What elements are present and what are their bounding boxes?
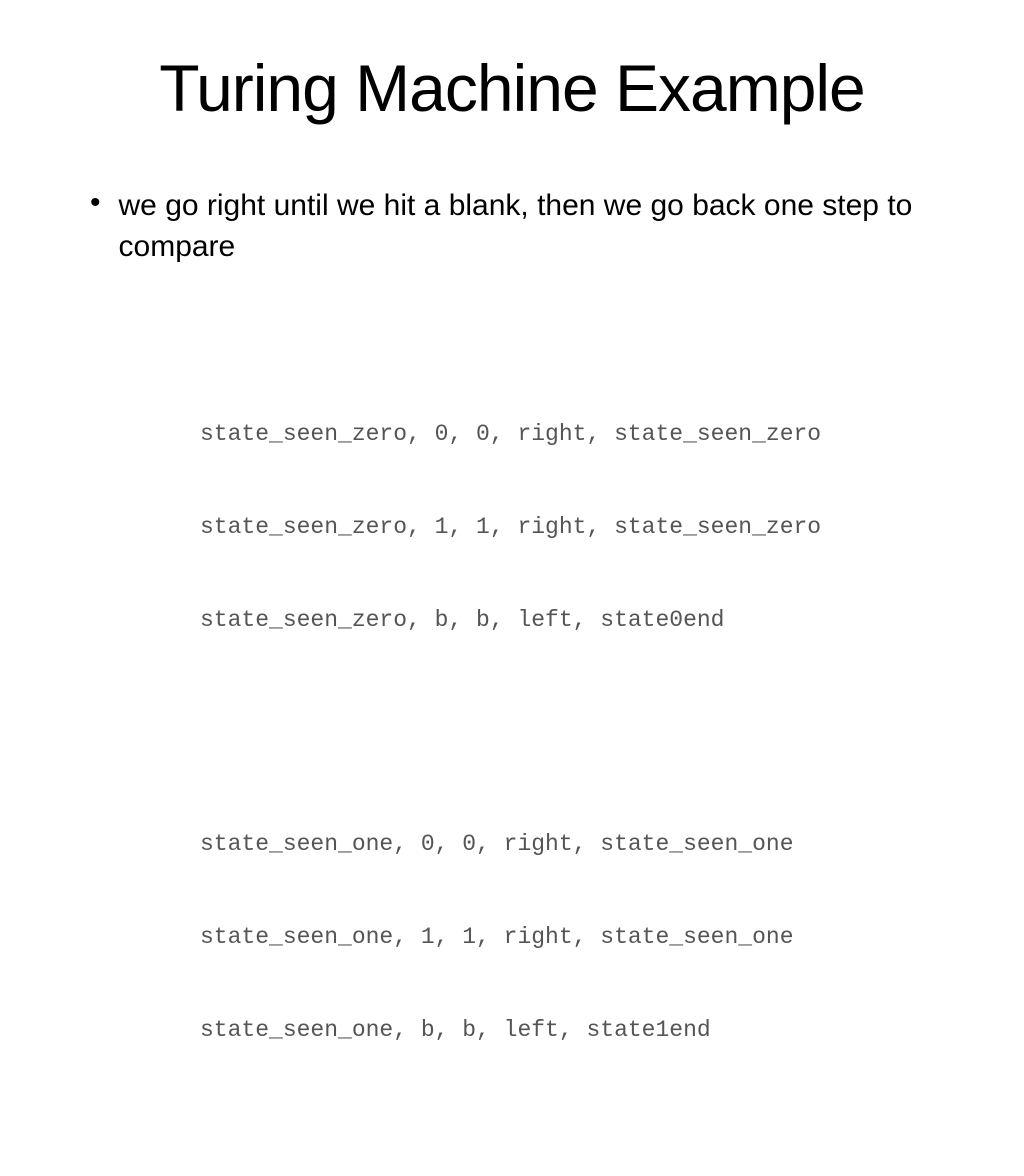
slide-title: Turing Machine Example xyxy=(80,50,944,126)
code-group-2: state_seen_one, 0, 0, right, state_seen_… xyxy=(200,767,944,1109)
bullet-text: we go right until we hit a blank, then w… xyxy=(119,186,944,267)
code-line: state_seen_one, 0, 0, right, state_seen_… xyxy=(200,829,944,860)
slide-container: Turing Machine Example • we go right unt… xyxy=(0,0,1024,768)
code-line: state_seen_zero, 1, 1, right, state_seen… xyxy=(200,512,944,543)
code-line: state_seen_one, b, b, left, state1end xyxy=(200,1015,944,1046)
bullet-icon: • xyxy=(90,188,101,218)
code-line: state_seen_one, 1, 1, right, state_seen_… xyxy=(200,922,944,953)
code-group-1: state_seen_zero, 0, 0, right, state_seen… xyxy=(200,357,944,699)
code-line: state_seen_zero, b, b, left, state0end xyxy=(200,605,944,636)
bullet-item: • we go right until we hit a blank, then… xyxy=(80,186,944,267)
code-line: state_seen_zero, 0, 0, right, state_seen… xyxy=(200,419,944,450)
code-block: state_seen_zero, 0, 0, right, state_seen… xyxy=(200,295,944,1176)
